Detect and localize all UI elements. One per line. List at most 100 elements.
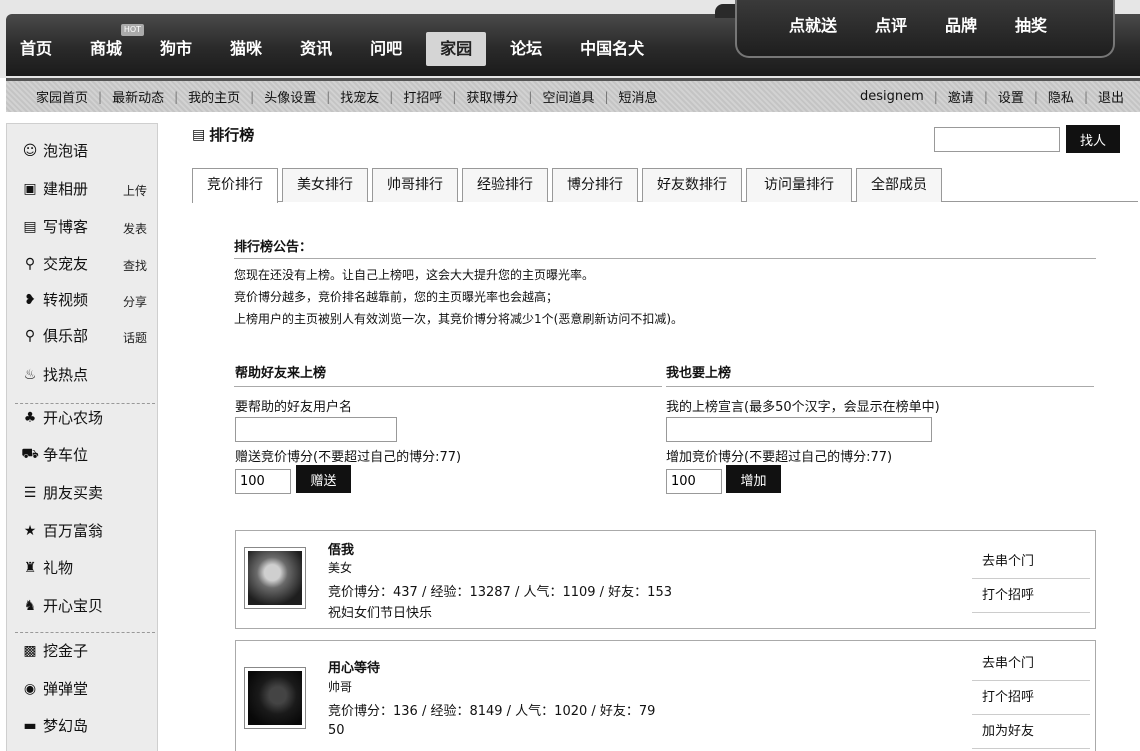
sidebar-item-label: 开心宝贝 xyxy=(43,597,104,615)
search-friends-link[interactable]: 查找 xyxy=(123,257,147,274)
divider xyxy=(234,258,1096,259)
nav-mall[interactable]: 商城 HOT xyxy=(90,24,145,66)
nav-famous-dogs[interactable]: 中国名犬 xyxy=(580,32,644,66)
subnav-find-friend[interactable]: 找宠友 xyxy=(340,87,379,106)
rank-actions: 去串个门 打个招呼 xyxy=(972,545,1090,613)
motto-label: 我的上榜宣言(最多50个汉字，会显示在榜单中) xyxy=(666,400,940,415)
nav-news[interactable]: 资讯 xyxy=(300,32,332,66)
sidebar-item-baby[interactable]: ♞ 开心宝贝 xyxy=(21,595,103,616)
nav-cats[interactable]: 猫咪 xyxy=(230,32,262,66)
star-icon: ★ xyxy=(23,522,37,539)
sidebar-item-pet-friends[interactable]: ⚲ 交宠友 xyxy=(21,253,88,274)
notice-line-3: 上榜用户的主页被别人有效浏览一次，其竞价博分将减少1个(恶意刷新访问不扣减)。 xyxy=(234,312,684,326)
bubble-icon: ☺ xyxy=(22,142,38,159)
friend-username-input[interactable] xyxy=(235,417,397,442)
club-icon: ⚲ xyxy=(24,327,36,344)
tab-handsome-ranking[interactable]: 帅哥排行 xyxy=(372,168,458,202)
add-friend-link[interactable]: 加为好友 xyxy=(972,715,1090,749)
subnav-greet[interactable]: 打招呼 xyxy=(403,87,442,106)
tab-all-members[interactable]: 全部成员 xyxy=(856,168,942,202)
subnav-logout[interactable]: 退出 xyxy=(1098,87,1124,106)
sidebar-item-album[interactable]: ▣ 建相册 xyxy=(21,178,88,199)
visit-link[interactable]: 去串个门 xyxy=(972,545,1090,579)
promo-review[interactable]: 点评 xyxy=(875,12,907,36)
promo-lottery[interactable]: 抽奖 xyxy=(1015,12,1047,36)
sidebar-item-trade[interactable]: ☰ 朋友买卖 xyxy=(21,482,103,503)
sidebar-item-bubble[interactable]: ☺ 泡泡语 xyxy=(21,140,88,161)
sub-nav-left: 家园首页 | 最新动态 | 我的主页 | 头像设置 | 找宠友 | 打招呼 | 获取博分 | … xyxy=(36,87,658,107)
subnav-privacy[interactable]: 隐私 xyxy=(1048,87,1074,106)
sidebar-item-gift[interactable]: ♜ 礼物 xyxy=(21,557,73,578)
tab-beauty-ranking[interactable]: 美女排行 xyxy=(282,168,368,202)
gift-button[interactable]: 赠送 xyxy=(296,465,351,493)
friend-username-label: 要帮助的好友用户名 xyxy=(235,400,353,415)
rank-user-name[interactable]: 用心等待 xyxy=(328,657,380,676)
avatar[interactable] xyxy=(244,667,306,729)
subnav-my-page[interactable]: 我的主页 xyxy=(188,87,240,106)
nav-forum[interactable]: 论坛 xyxy=(510,32,542,66)
motto-input[interactable] xyxy=(666,417,932,442)
sidebar-item-label: 写博客 xyxy=(43,218,89,236)
greet-link[interactable]: 打个招呼 xyxy=(972,681,1090,715)
username-link[interactable]: designem xyxy=(860,89,924,104)
album-icon: ▣ xyxy=(23,180,37,197)
rank-actions: 去串个门 打个招呼 加为好友 xyxy=(972,647,1090,749)
rank-user-motto: 祝妇女们节日快乐 xyxy=(328,606,433,621)
subnav-get-points[interactable]: 获取博分 xyxy=(466,87,518,106)
sidebar-item-blog[interactable]: ▤ 写博客 xyxy=(21,216,88,237)
rank-card: 用心等待 帅哥 竞价博分：136 / 经验：8149 / 人气：1020 / 好… xyxy=(235,640,1096,751)
promo-box: 点就送 点评 品牌 抽奖 xyxy=(735,0,1115,58)
nav-ask[interactable]: 问吧 xyxy=(370,32,402,66)
promo-click-send[interactable]: 点就送 xyxy=(789,12,837,36)
nav-home-space[interactable]: 家园 xyxy=(426,32,487,66)
tab-visits-ranking[interactable]: 访问量排行 xyxy=(746,168,852,202)
tab-experience-ranking[interactable]: 经验排行 xyxy=(462,168,548,202)
greet-link[interactable]: 打个招呼 xyxy=(972,579,1090,613)
sidebar-item-gold[interactable]: ▩ 挖金子 xyxy=(21,640,88,661)
left-sidebar: ☺ 泡泡语 ▣ 建相册 上传 ▤ 写博客 发表 ⚲ 交宠友 查找 ❥ 转视频 分享 ⚲ 俱乐… xyxy=(6,123,158,751)
sidebar-item-ddtank[interactable]: ◉ 弹弹堂 xyxy=(21,678,88,699)
sidebar-item-farm[interactable]: ♣ 开心农场 xyxy=(21,407,103,428)
rank-user-name[interactable]: 俉我 xyxy=(328,539,354,558)
gift-points-input[interactable] xyxy=(235,469,291,494)
avatar-image xyxy=(248,671,302,725)
hot-badge: HOT xyxy=(120,24,145,36)
avatar[interactable] xyxy=(244,547,306,609)
promo-brand[interactable]: 品牌 xyxy=(945,12,977,36)
add-points-button[interactable]: 增加 xyxy=(726,465,781,493)
publish-link[interactable]: 发表 xyxy=(123,220,147,237)
sidebar-item-parking[interactable]: ⛟ 争车位 xyxy=(21,444,88,465)
tab-friends-ranking[interactable]: 好友数排行 xyxy=(642,168,742,202)
top-navigation: 首页 商城 HOT 狗市 猫咪 资讯 问吧 家园 论坛 中国名犬 点就送 点评 品… xyxy=(0,0,1140,78)
upload-link[interactable]: 上传 xyxy=(123,182,147,199)
tab-points-ranking[interactable]: 博分排行 xyxy=(552,168,638,202)
sidebar-item-label: 礼物 xyxy=(43,559,74,577)
subnav-invite[interactable]: 邀请 xyxy=(948,87,974,106)
search-input[interactable] xyxy=(934,127,1060,152)
tab-bid-ranking[interactable]: 竞价排行 xyxy=(192,168,278,203)
subnav-messages[interactable]: 短消息 xyxy=(619,87,658,106)
divider: | xyxy=(604,89,609,104)
video-icon: ❥ xyxy=(24,291,36,308)
topic-link[interactable]: 话题 xyxy=(123,329,147,346)
nav-home[interactable]: 首页 xyxy=(20,32,52,66)
nav-dog-market[interactable]: 狗市 xyxy=(160,32,192,66)
car-icon: ⛟ xyxy=(21,445,39,462)
subnav-home[interactable]: 家园首页 xyxy=(36,87,88,106)
sidebar-item-club[interactable]: ⚲ 俱乐部 xyxy=(21,325,88,346)
sidebar-item-video[interactable]: ❥ 转视频 xyxy=(21,289,88,310)
subnav-settings[interactable]: 设置 xyxy=(998,87,1024,106)
subnav-latest[interactable]: 最新动态 xyxy=(112,87,164,106)
share-link[interactable]: 分享 xyxy=(123,293,147,310)
sidebar-item-millionaire[interactable]: ★ 百万富翁 xyxy=(21,520,103,541)
sidebar-item-island[interactable]: ▬ 梦幻岛 xyxy=(21,715,88,736)
sidebar-item-hot[interactable]: ♨ 找热点 xyxy=(21,364,88,385)
visit-link[interactable]: 去串个门 xyxy=(972,647,1090,681)
find-people-button[interactable]: 找人 xyxy=(1066,125,1120,153)
subnav-avatar[interactable]: 头像设置 xyxy=(264,87,316,106)
ranking-icon: ▤ xyxy=(192,126,206,143)
subnav-props[interactable]: 空间道具 xyxy=(542,87,594,106)
add-points-input[interactable] xyxy=(666,469,722,494)
hot-icon: ♨ xyxy=(23,366,37,383)
baby-icon: ♞ xyxy=(23,597,37,614)
